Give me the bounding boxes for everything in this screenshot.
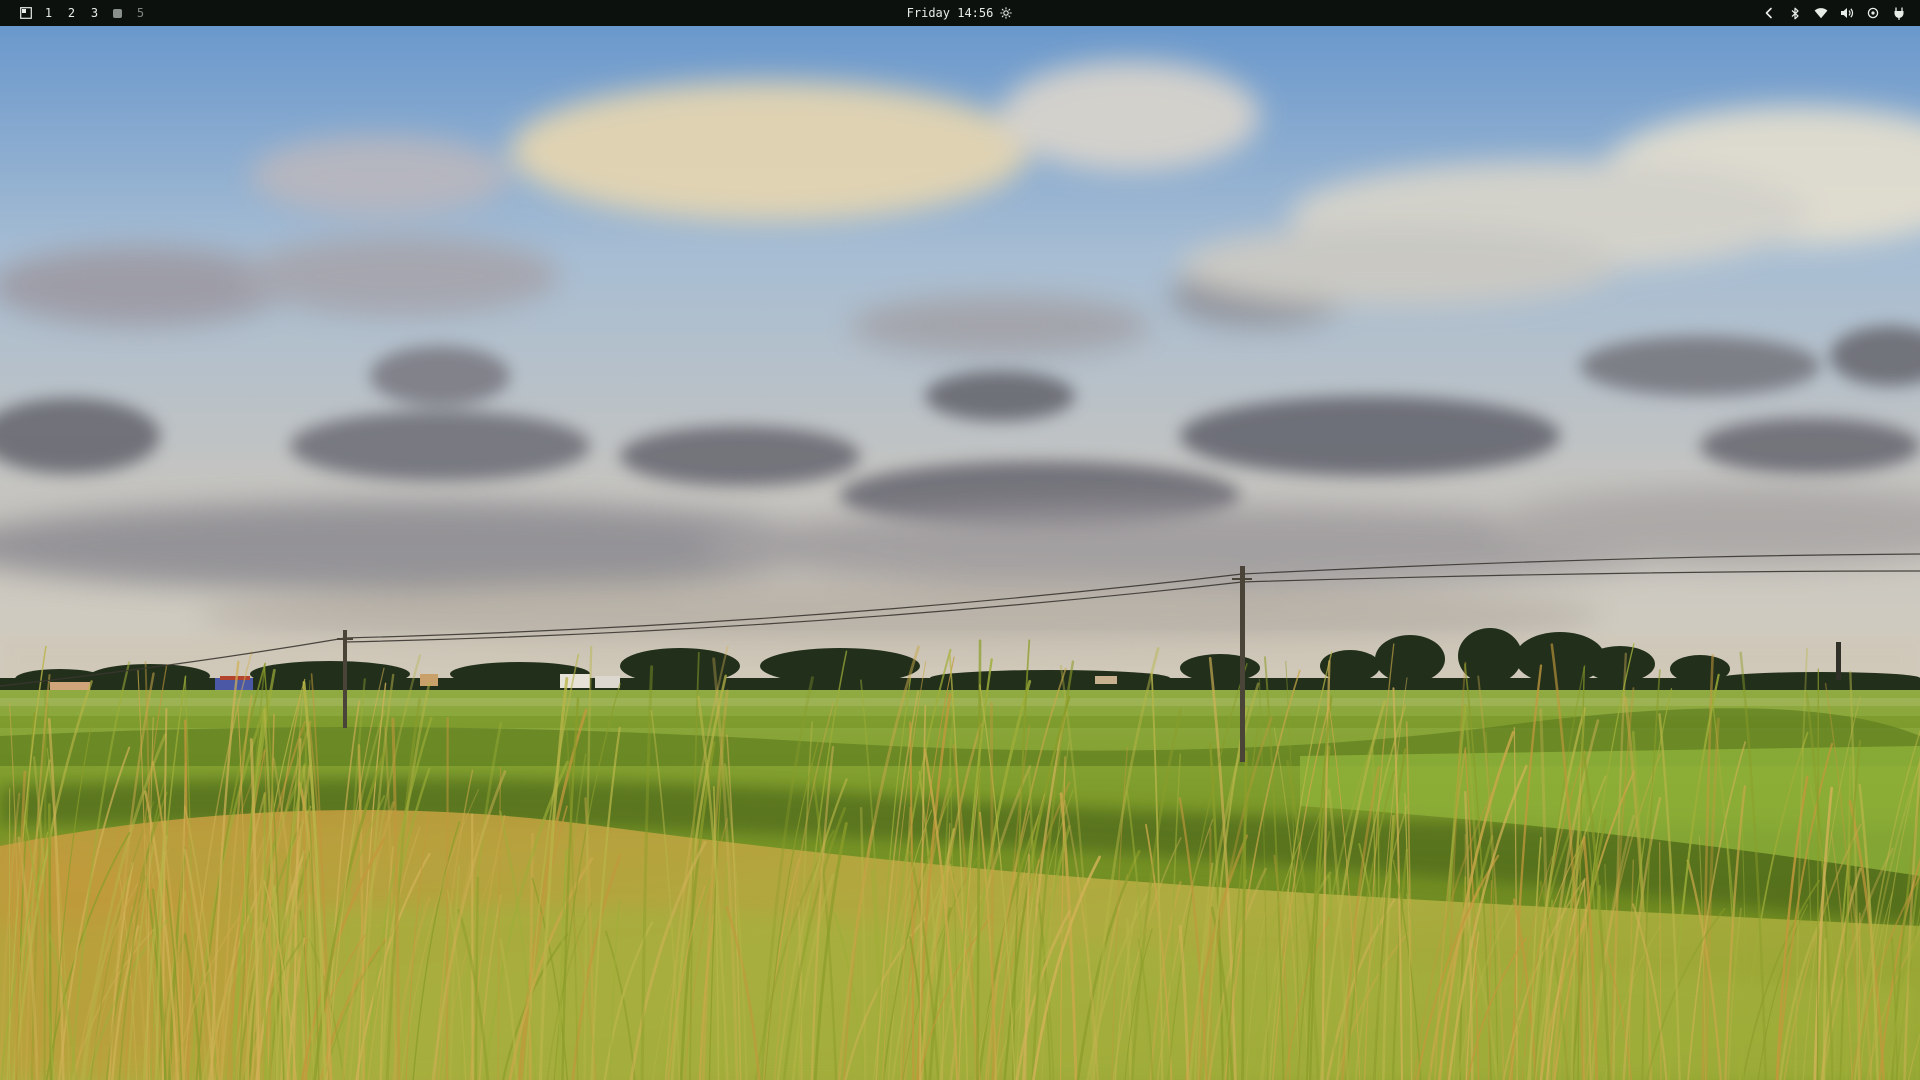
workspace-1[interactable]: 1 bbox=[37, 0, 60, 26]
layout-icon[interactable] bbox=[14, 0, 37, 26]
volume-icon[interactable] bbox=[1840, 6, 1854, 20]
workspace-4-active[interactable] bbox=[106, 0, 129, 26]
workspace-5[interactable]: 5 bbox=[129, 0, 152, 26]
brightness-icon[interactable] bbox=[999, 6, 1013, 20]
grass-blade bbox=[43, 689, 47, 1080]
workspace-switcher: 1 2 3 5 bbox=[14, 0, 152, 26]
landscape-wallpaper bbox=[0, 26, 1920, 1080]
active-workspace-indicator bbox=[113, 8, 122, 18]
desktop-wallpaper bbox=[0, 26, 1920, 1080]
top-panel: 1 2 3 5 Friday 14:56 bbox=[0, 0, 1920, 26]
wifi-icon[interactable] bbox=[1814, 6, 1828, 20]
chevron-left-icon[interactable] bbox=[1762, 6, 1776, 20]
grass-blade bbox=[989, 702, 995, 1080]
system-tray bbox=[1762, 0, 1906, 26]
clock[interactable]: Friday 14:56 bbox=[907, 6, 994, 20]
workspace-2[interactable]: 2 bbox=[60, 0, 83, 26]
settings-icon[interactable] bbox=[1866, 6, 1880, 20]
bluetooth-icon[interactable] bbox=[1788, 6, 1802, 20]
grass-blade bbox=[445, 716, 449, 1080]
power-icon[interactable] bbox=[1892, 6, 1906, 20]
workspace-3[interactable]: 3 bbox=[83, 0, 106, 26]
grass-blade bbox=[1858, 912, 1861, 1080]
grass-blade bbox=[1816, 668, 1819, 1080]
